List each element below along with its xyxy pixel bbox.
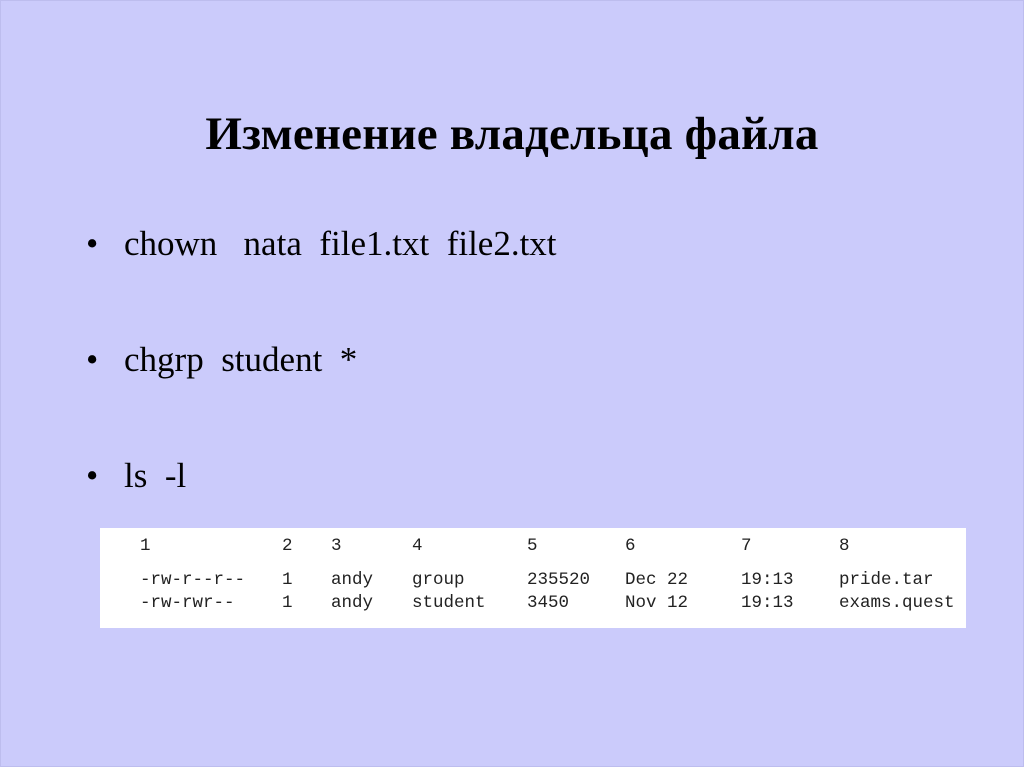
table-cell: -rw-r--r--	[140, 570, 246, 590]
column-number: 6	[625, 536, 636, 556]
column-number: 8	[839, 536, 850, 556]
table-cell: andy	[331, 570, 374, 590]
bullet-icon: •	[86, 340, 99, 379]
bullet-text: chgrp student *	[124, 340, 358, 379]
table-cell: student	[412, 593, 486, 613]
column-number: 7	[741, 536, 752, 556]
column-number: 1	[140, 536, 151, 556]
table-cell: -rw-rwr--	[140, 593, 235, 613]
bullet-text: ls -l	[124, 456, 187, 495]
bullet-ls: • ls -l	[86, 454, 186, 498]
slide-title: Изменение владельца файла	[205, 108, 819, 160]
table-cell: 3450	[527, 593, 570, 613]
table-cell: exams.quest	[839, 593, 955, 613]
bullet-chgrp: • chgrp student *	[86, 338, 357, 382]
column-number: 2	[282, 536, 293, 556]
bullet-text: chown nata file1.txt file2.txt	[124, 224, 557, 263]
column-number: 5	[527, 536, 538, 556]
table-cell: andy	[331, 593, 374, 613]
table-cell: Dec 22	[625, 570, 689, 590]
table-cell: group	[412, 570, 465, 590]
column-number: 3	[331, 536, 342, 556]
column-number: 4	[412, 536, 423, 556]
ls-output-table: 1 2 3 4 5 6 7 8 -rw-r--r-- 1 andy group 235520 Dec 22…	[100, 528, 966, 628]
table-cell: 19:13	[741, 593, 794, 613]
bullet-icon: •	[86, 224, 99, 263]
table-cell: pride.tar	[839, 570, 934, 590]
bullet-icon: •	[86, 456, 99, 495]
table-cell: 235520	[527, 570, 591, 590]
table-cell: 19:13	[741, 570, 794, 590]
table-cell: 1	[282, 570, 293, 590]
table-cell: Nov 12	[625, 593, 689, 613]
bullet-chown: • chown nata file1.txt file2.txt	[86, 222, 557, 266]
table-cell: 1	[282, 593, 293, 613]
